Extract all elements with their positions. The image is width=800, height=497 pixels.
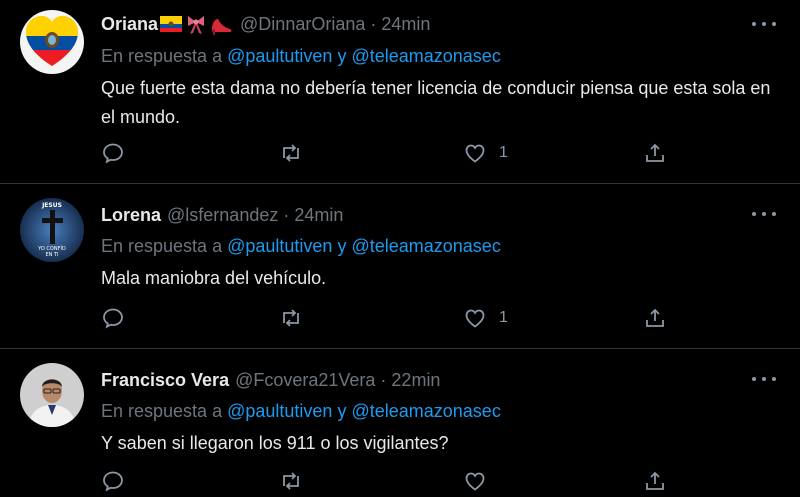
tweet[interactable]: JESUS YO CONFÍO EN TI Lorena @lsfernande…: [0, 184, 800, 349]
reply-prefix: En respuesta a: [101, 46, 223, 66]
share-button[interactable]: [643, 141, 667, 165]
author-name[interactable]: Francisco Vera: [101, 370, 229, 391]
like-icon: [465, 144, 485, 163]
author-line: Francisco Vera @Fcovera21Vera · 22min: [101, 368, 440, 392]
reply-prefix: En respuesta a: [101, 401, 223, 421]
tweet[interactable]: Francisco Vera @Fcovera21Vera · 22min En…: [0, 349, 800, 496]
mention-link[interactable]: @teleamazonasec: [351, 236, 500, 256]
avatar[interactable]: JESUS YO CONFÍO EN TI: [20, 198, 84, 262]
author-handle[interactable]: @Fcovera21Vera: [235, 370, 375, 391]
reply-context: En respuesta a @paultutiven y @teleamazo…: [101, 401, 501, 422]
avatar[interactable]: [20, 363, 84, 427]
retweet-button[interactable]: [279, 141, 303, 165]
jesus-avatar: JESUS YO CONFÍO EN TI: [20, 198, 84, 262]
reply-button[interactable]: [101, 141, 125, 165]
ribbon-icon: [188, 16, 205, 34]
like-icon: [465, 309, 485, 328]
reply-context: En respuesta a @paultutiven y @teleamazo…: [101, 46, 501, 67]
retweet-button[interactable]: [279, 469, 303, 493]
like-count: 1: [499, 309, 508, 326]
name-emojis: [160, 13, 234, 35]
retweet-icon: [283, 309, 299, 327]
tweet-text: Que fuerte esta dama no debería tener li…: [101, 78, 771, 127]
tweet[interactable]: Oriana @DinnarOriana · 24min En respuest…: [0, 0, 800, 184]
share-icon: [646, 308, 664, 327]
avatar-lettering: EN TI: [45, 252, 58, 258]
mention-link[interactable]: @teleamazonasec: [351, 401, 500, 421]
tweet-actions: 1: [101, 141, 681, 169]
author-name[interactable]: Oriana: [101, 14, 158, 35]
author-handle[interactable]: @lsfernandez: [167, 205, 278, 226]
separator-dot: ·: [370, 13, 377, 34]
author-line: Oriana @DinnarOriana · 24min: [101, 12, 430, 36]
mention-link[interactable]: @teleamazonasec: [351, 46, 500, 66]
share-button[interactable]: [643, 469, 667, 493]
timestamp[interactable]: 22min: [391, 370, 440, 391]
tweet-text: Mala maniobra del vehículo.: [101, 268, 327, 288]
profile-photo-avatar: [20, 363, 84, 427]
like-button[interactable]: 1: [463, 141, 508, 165]
mention-conjunction: y: [337, 401, 347, 421]
more-icon[interactable]: [752, 210, 776, 218]
share-icon: [646, 143, 664, 162]
high-heel-icon: [212, 19, 232, 35]
more-icon[interactable]: [752, 20, 776, 28]
like-button[interactable]: [463, 469, 499, 493]
reply-button[interactable]: [101, 469, 125, 493]
mention-link[interactable]: @paultutiven: [227, 236, 332, 256]
like-count: 1: [499, 144, 508, 161]
mention-link[interactable]: @paultutiven: [227, 46, 332, 66]
reply-prefix: En respuesta a: [101, 236, 223, 256]
timestamp[interactable]: 24min: [381, 14, 430, 35]
separator-dot: ·: [380, 369, 387, 390]
retweet-icon: [283, 472, 299, 490]
reply-button[interactable]: [101, 306, 125, 330]
ecuador-heart-avatar: [20, 10, 84, 74]
tweet-actions: [101, 469, 681, 497]
mention-conjunction: y: [337, 236, 347, 256]
like-button[interactable]: 1: [463, 306, 508, 330]
author-name[interactable]: Lorena: [101, 205, 161, 226]
separator-dot: ·: [283, 204, 290, 225]
author-line: Lorena @lsfernandez · 24min: [101, 203, 343, 227]
mention-conjunction: y: [337, 46, 347, 66]
timestamp[interactable]: 24min: [294, 205, 343, 226]
mention-link[interactable]: @paultutiven: [227, 401, 332, 421]
tweet-text: Y saben si llegaron los 911 o los vigila…: [101, 433, 449, 453]
more-icon[interactable]: [752, 375, 776, 383]
retweet-icon: [283, 144, 299, 162]
retweet-button[interactable]: [279, 306, 303, 330]
reply-icon: [103, 308, 123, 329]
share-button[interactable]: [643, 306, 667, 330]
tweet-actions: 1: [101, 306, 681, 334]
avatar-lettering: JESUS: [41, 202, 62, 209]
reply-icon: [103, 471, 123, 492]
reply-icon: [103, 143, 123, 164]
ecuador-flag-icon: [160, 16, 183, 32]
avatar-lettering: YO CONFÍO: [37, 245, 66, 252]
like-icon: [465, 472, 485, 491]
reply-context: En respuesta a @paultutiven y @teleamazo…: [101, 236, 501, 257]
share-icon: [646, 471, 664, 490]
author-handle[interactable]: @DinnarOriana: [240, 14, 365, 35]
avatar[interactable]: [20, 10, 84, 74]
